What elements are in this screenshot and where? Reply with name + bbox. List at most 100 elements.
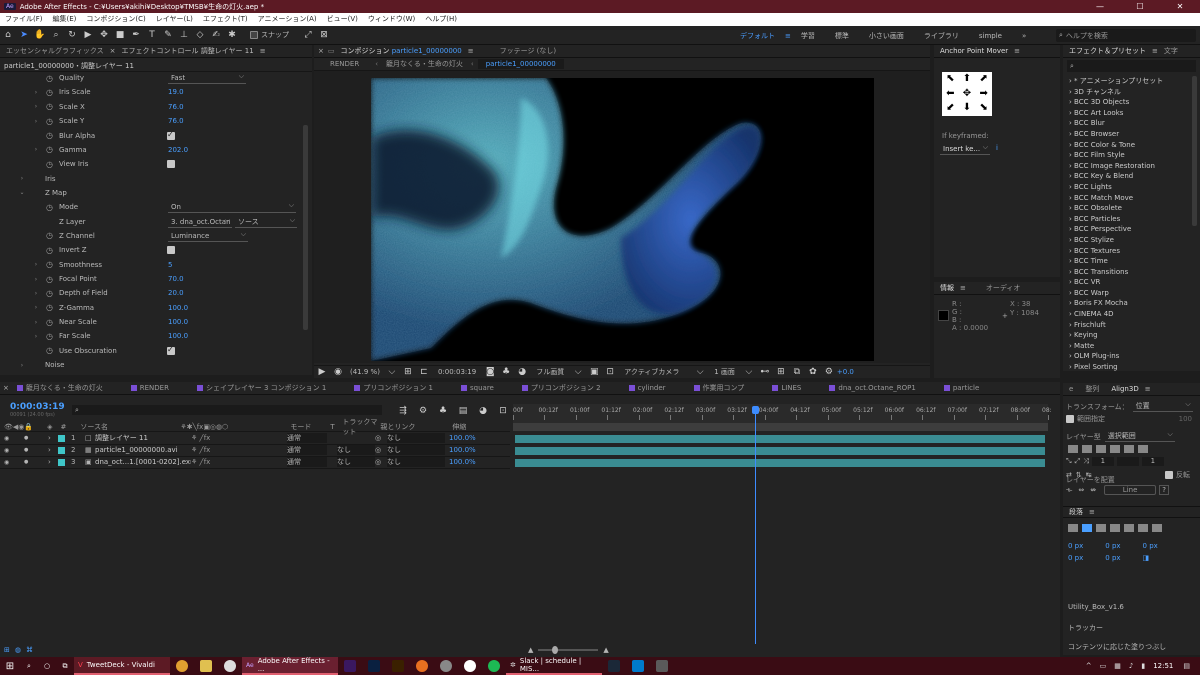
steam-icon[interactable] bbox=[608, 660, 620, 672]
scale-x-icon[interactable]: ⤡ bbox=[1066, 457, 1072, 466]
fit-icon[interactable]: ⌵ bbox=[385, 365, 399, 379]
twirl-icon[interactable]: › bbox=[28, 146, 44, 153]
effects-scrollbar[interactable] bbox=[1192, 76, 1197, 226]
distribute-h-icon[interactable]: ⟛ bbox=[1066, 486, 1072, 495]
camera-chevron-icon[interactable]: ⌵ bbox=[693, 365, 707, 379]
property-checkbox[interactable] bbox=[167, 160, 175, 169]
tab-composition[interactable]: コンポジション particle1_00000000 bbox=[335, 45, 468, 58]
panel-menu-icon[interactable]: ≡ bbox=[1089, 508, 1095, 516]
arrow-se-icon[interactable]: ⬊ bbox=[975, 101, 992, 116]
timeline-tab[interactable]: RENDER bbox=[126, 382, 174, 394]
zoom-slider[interactable] bbox=[538, 646, 599, 654]
toggle-timing-icon[interactable]: ⌘ bbox=[26, 646, 33, 654]
taskbar-vivaldi[interactable]: V TweetDeck - Vivaldi bbox=[74, 657, 170, 675]
always-preview-icon[interactable]: ▶ bbox=[315, 365, 329, 379]
range-value[interactable]: 100 bbox=[1179, 415, 1192, 423]
timeline-tab[interactable]: プリコンポジション 2 bbox=[517, 382, 606, 394]
twirl-icon[interactable]: › bbox=[28, 118, 44, 125]
breadcrumb-current-comp[interactable]: particle1_00000000 bbox=[477, 59, 564, 69]
layer-type-dropdown[interactable]: 選択範囲 bbox=[1104, 429, 1175, 442]
content-fill-tab[interactable]: コンテンツに応じた塗りつぶし bbox=[1068, 642, 1166, 652]
col-stretch[interactable]: 伸縮 bbox=[452, 422, 466, 432]
utility-box-tab[interactable]: Utility_Box_v1.6 bbox=[1068, 603, 1124, 611]
align-bottom-icon[interactable] bbox=[1138, 445, 1148, 453]
para-left-icon[interactable] bbox=[1068, 524, 1078, 532]
timecode-display[interactable]: 0:00:03:19 bbox=[438, 368, 476, 376]
taskbar-after-effects[interactable]: Ae Adobe After Effects - ... bbox=[242, 657, 338, 675]
taskview-2-icon[interactable]: ⧉ bbox=[56, 662, 74, 671]
tab-paragraph[interactable]: 段落 bbox=[1063, 506, 1089, 519]
timeline-tab[interactable]: LINES bbox=[767, 382, 806, 394]
align-input-3[interactable]: 1 bbox=[1141, 457, 1164, 466]
property-value[interactable]: 76.0 bbox=[168, 103, 184, 111]
panel-menu-icon[interactable]: ≡ bbox=[1145, 385, 1151, 393]
tab-e[interactable]: e bbox=[1063, 383, 1079, 396]
tab-footage[interactable]: フッテージ (なし) bbox=[494, 45, 563, 58]
twirl-icon[interactable]: › bbox=[28, 103, 44, 110]
zoom-out-icon[interactable]: ▲ bbox=[528, 646, 533, 654]
stopwatch-icon[interactable]: ◷ bbox=[44, 259, 55, 270]
app-icon[interactable] bbox=[440, 660, 452, 672]
align-input-2[interactable] bbox=[1116, 457, 1139, 466]
center-icon[interactable]: ✥ bbox=[959, 87, 976, 102]
breadcrumb-main-comp[interactable]: 籠月なくる・生命の灯火 bbox=[378, 59, 471, 69]
vscode-icon[interactable] bbox=[632, 660, 644, 672]
menu-layer[interactable]: レイヤー(L) bbox=[151, 13, 198, 26]
close-icon[interactable]: × bbox=[314, 47, 328, 55]
toggle-modes-icon[interactable]: ◍ bbox=[15, 646, 21, 654]
twirl-icon[interactable]: › bbox=[28, 319, 44, 326]
effects-list-item[interactable]: › OLM Plug-ins bbox=[1063, 351, 1191, 362]
twirl-icon[interactable]: › bbox=[28, 261, 44, 268]
layer-duration-bar[interactable] bbox=[515, 435, 1045, 443]
composition-viewer[interactable] bbox=[314, 71, 930, 363]
arrow-s-icon[interactable]: ⬇ bbox=[959, 101, 976, 116]
menu-file[interactable]: ファイル(F) bbox=[0, 13, 48, 26]
taskbar-slack[interactable]: ✲ Slack | schedule | MIS... bbox=[506, 657, 602, 675]
effects-list-item[interactable]: › BCC Color & Tone bbox=[1063, 140, 1191, 151]
effects-list-item[interactable]: › BCC Obsolete bbox=[1063, 203, 1191, 214]
views-dropdown[interactable]: 1 画面 bbox=[714, 367, 735, 377]
indent-first-value[interactable]: 0 px bbox=[1143, 540, 1158, 552]
work-area-bar[interactable] bbox=[513, 423, 1048, 431]
tab-character[interactable]: 文字 bbox=[1158, 45, 1184, 58]
layer-duration-bar[interactable] bbox=[515, 459, 1045, 467]
property-value[interactable]: 20.0 bbox=[168, 289, 184, 297]
camera-tool-icon[interactable]: ▶ bbox=[81, 28, 95, 42]
menu-help[interactable]: ヘルプ(H) bbox=[420, 13, 462, 26]
shy-icon[interactable]: ♣ bbox=[436, 404, 450, 418]
property-value[interactable]: 70.0 bbox=[168, 275, 184, 283]
workspace-libraries[interactable]: ライブラリ bbox=[914, 31, 969, 41]
property-value[interactable]: 76.0 bbox=[168, 117, 184, 125]
menu-composition[interactable]: コンポジション(C) bbox=[81, 13, 150, 26]
breadcrumb-render[interactable]: RENDER bbox=[314, 60, 375, 68]
app2-icon[interactable] bbox=[656, 660, 668, 672]
align-vcenter-icon[interactable] bbox=[1124, 445, 1134, 453]
stopwatch-icon[interactable]: ◷ bbox=[44, 101, 55, 112]
effects-list-item[interactable]: › BCC 3D Objects bbox=[1063, 97, 1191, 108]
tray-ime-icon[interactable]: ▮ bbox=[1141, 662, 1145, 670]
panel-menu-icon[interactable]: ≡ bbox=[260, 47, 266, 55]
music-icon[interactable] bbox=[464, 660, 476, 672]
effect-controls-scrollbar[interactable] bbox=[303, 125, 308, 330]
windows-start-icon[interactable]: ⊞ bbox=[0, 661, 20, 672]
stopwatch-icon[interactable]: ◷ bbox=[44, 302, 55, 313]
eraser-tool-icon[interactable]: ◇ bbox=[193, 28, 207, 42]
snapshot-icon[interactable]: ◙ bbox=[483, 365, 497, 379]
indent-left-value[interactable]: 0 px bbox=[1068, 540, 1083, 552]
chrome-icon[interactable] bbox=[176, 660, 188, 672]
effects-list-item[interactable]: › 3D チャンネル bbox=[1063, 87, 1191, 98]
align-top-icon[interactable] bbox=[1110, 445, 1120, 453]
stopwatch-icon[interactable]: ◷ bbox=[44, 130, 55, 141]
line-button[interactable]: Line bbox=[1104, 485, 1157, 495]
timeline-tab[interactable]: シェイプレイヤー 3 コンポジション 1 bbox=[192, 382, 331, 394]
roto-tool-icon[interactable]: ✍ bbox=[209, 28, 223, 42]
property-value[interactable]: 5 bbox=[168, 261, 172, 269]
snap-option-icon[interactable]: ⤢ bbox=[301, 28, 315, 42]
arrow-n-icon[interactable]: ⬆ bbox=[959, 72, 976, 87]
workspace-standard[interactable]: 標準 bbox=[825, 31, 859, 41]
effects-list-item[interactable]: › BCC Match Move bbox=[1063, 193, 1191, 204]
align-input-1[interactable]: 1 bbox=[1091, 457, 1114, 466]
workspace-learn[interactable]: 学習 bbox=[791, 31, 825, 41]
tray-app-icon[interactable]: ▭ bbox=[1100, 662, 1107, 670]
effects-list-item[interactable]: › BCC VR bbox=[1063, 277, 1191, 288]
